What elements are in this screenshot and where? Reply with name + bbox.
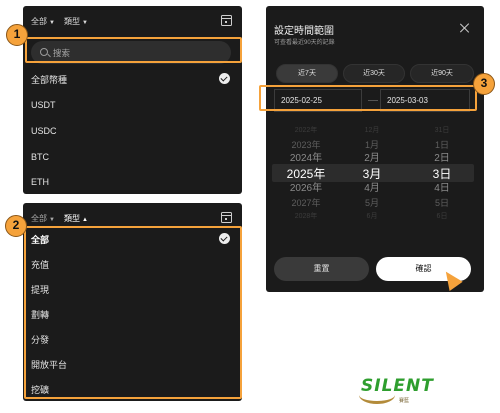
caret-down-icon: ▼ xyxy=(49,217,55,223)
reset-button[interactable]: 重置 xyxy=(274,257,369,281)
highlight-box-type-list xyxy=(24,226,242,399)
date-wheel-picker[interactable]: 2022年 2023年 2024年 2025年 2026年 2027年 2028… xyxy=(266,124,484,224)
step-badge-1: 1 xyxy=(6,24,28,46)
wheel-item: 1月 xyxy=(364,140,379,150)
step-badge-2: 2 xyxy=(5,215,27,237)
silent-logo: SILENT 賽藍 xyxy=(359,376,441,408)
logo-text: SILENT xyxy=(361,376,434,396)
filter-all-dropdown[interactable]: 全部 ▼ xyxy=(31,16,55,27)
list-item-usdc[interactable]: USDC xyxy=(31,126,57,136)
dialog-subtitle: 可查看最近90天的記錄 xyxy=(274,40,335,46)
calendar-icon[interactable] xyxy=(221,15,232,26)
check-icon xyxy=(219,73,230,84)
wheel-item: 2023年 xyxy=(291,140,321,150)
month-wheel[interactable]: 12月 1月 2月 3月 4月 5月 6月 xyxy=(342,124,402,224)
filter-bar: 全部 ▼ 類型 ▼ xyxy=(23,6,242,32)
asset-filter-panel: 全部▼ 類型▼ 全部幣種 USDT USDC BTC ETH xyxy=(23,6,242,194)
wheel-item: 6日 xyxy=(436,213,448,220)
wheel-item: 2028年 xyxy=(294,213,318,220)
wheel-item: 1日 xyxy=(434,140,449,150)
wheel-item: 31日 xyxy=(434,127,450,134)
wheel-item: 4日 xyxy=(434,183,450,194)
day-wheel[interactable]: 31日 1日 2日 3日 4日 5日 6日 xyxy=(412,124,472,224)
tab-last-7-days[interactable]: 近7天 xyxy=(276,64,338,83)
wheel-item: 2027年 xyxy=(291,198,321,208)
wheel-item: 4月 xyxy=(364,183,380,194)
highlight-box-search xyxy=(25,37,242,63)
wheel-item: 12月 xyxy=(364,127,380,134)
calendar-icon[interactable] xyxy=(221,212,232,223)
date-range-dialog: 設定時間範圍 可查看最近90天的記錄 近7天 近30天 近90天 2025-02… xyxy=(266,6,484,292)
wheel-item: 2022年 xyxy=(294,127,318,134)
wheel-item: 2026年 xyxy=(289,183,323,194)
caret-down-icon: ▼ xyxy=(82,20,88,26)
filter-type-dropdown[interactable]: 類型 ▼ xyxy=(64,16,88,27)
dialog-title: 設定時間範圍 xyxy=(274,26,334,37)
highlight-box-date-range xyxy=(259,85,477,111)
wheel-item-selected: 3日 xyxy=(432,167,452,181)
filter-all-dropdown[interactable]: 全部 ▼ xyxy=(31,213,55,224)
wheel-item: 2日 xyxy=(434,153,450,164)
wheel-item: 2024年 xyxy=(289,153,323,164)
wheel-item-selected: 2025年 xyxy=(286,167,326,181)
tab-last-30-days[interactable]: 近30天 xyxy=(343,64,405,83)
caret-up-icon: ▲ xyxy=(82,217,88,223)
wheel-item: 2月 xyxy=(364,153,380,164)
wheel-item: 5日 xyxy=(434,198,449,208)
list-item-eth[interactable]: ETH xyxy=(31,177,49,187)
wheel-item: 5月 xyxy=(364,198,379,208)
list-item-all-coins[interactable]: 全部幣種 xyxy=(31,73,67,86)
list-item-btc[interactable]: BTC xyxy=(31,152,49,162)
wheel-item: 6月 xyxy=(366,213,378,220)
tab-last-90-days[interactable]: 近90天 xyxy=(410,64,474,83)
caret-down-icon: ▼ xyxy=(49,20,55,26)
year-wheel[interactable]: 2022年 2023年 2024年 2025年 2026年 2027年 2028… xyxy=(276,124,336,224)
step-badge-3: 3 xyxy=(473,73,495,95)
logo-subtext: 賽藍 xyxy=(399,398,410,404)
filter-type-dropdown[interactable]: 類型 ▲ xyxy=(64,213,88,224)
wheel-item-selected: 3月 xyxy=(362,167,382,181)
close-icon[interactable] xyxy=(460,23,470,33)
list-item-usdt[interactable]: USDT xyxy=(31,100,56,110)
